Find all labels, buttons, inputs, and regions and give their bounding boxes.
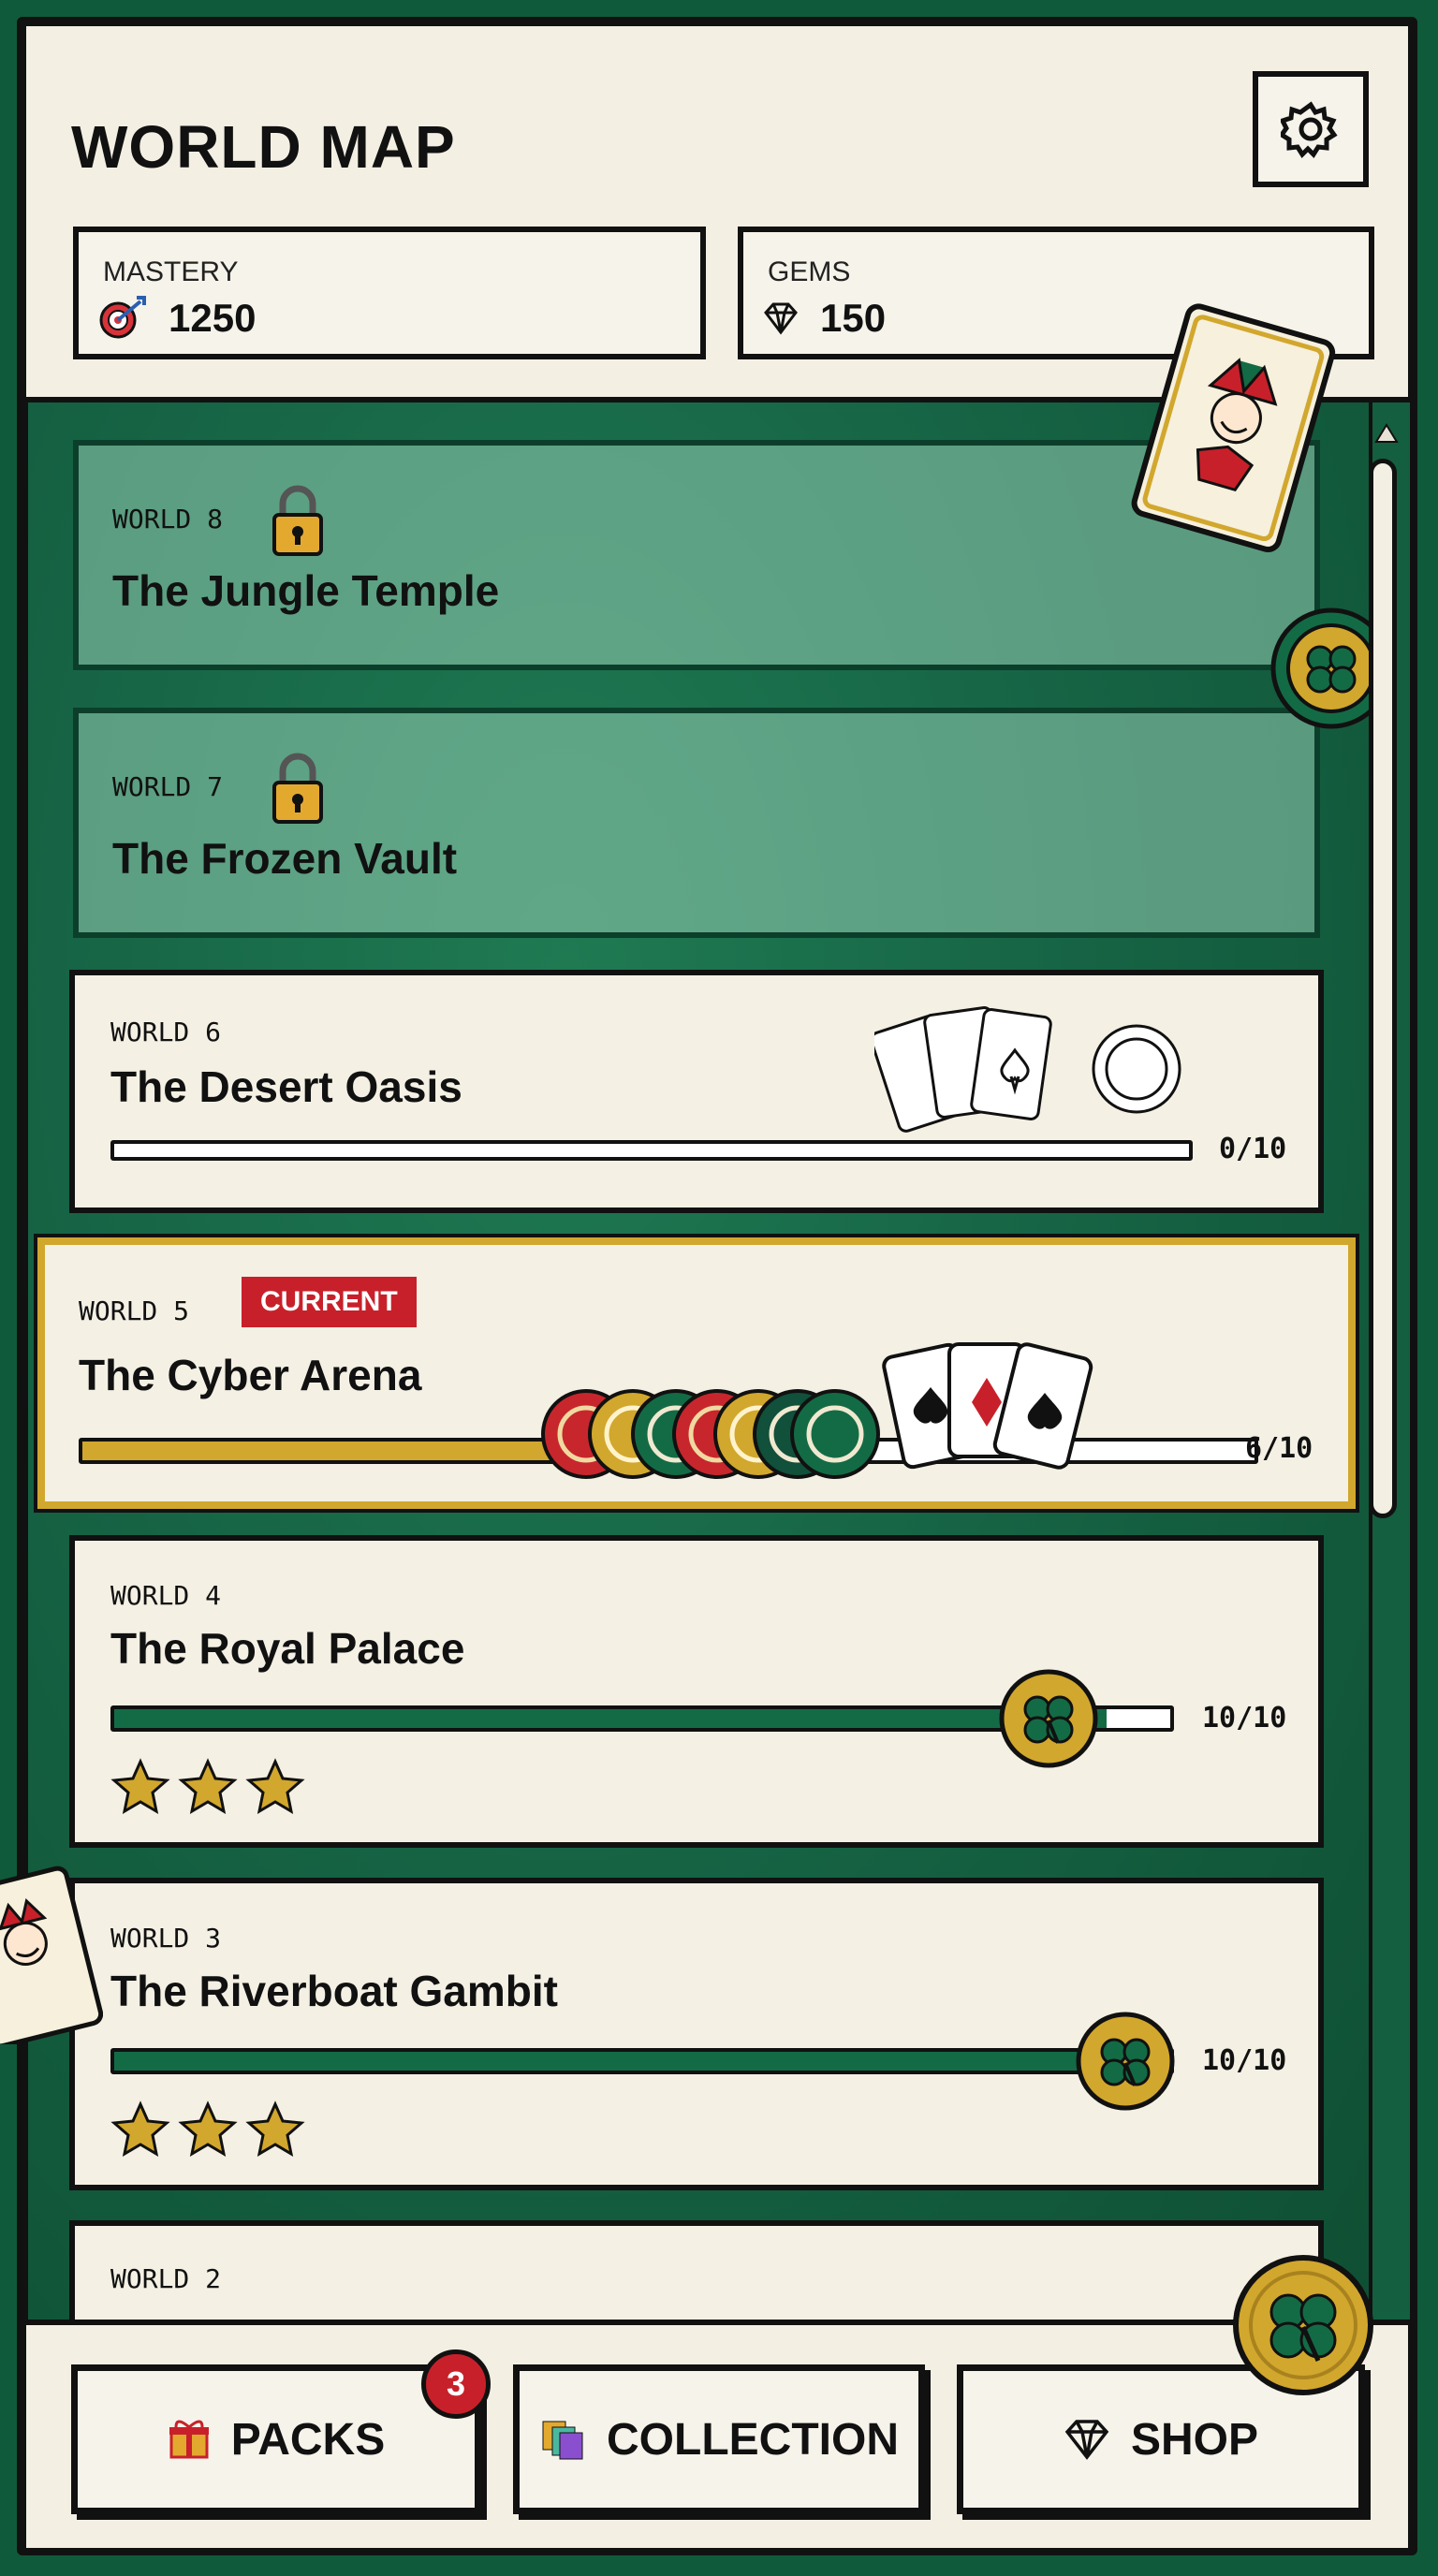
world-label: WORLD 5 xyxy=(79,1295,190,1326)
progress-text: 6/10 xyxy=(1245,1432,1313,1465)
gems-label: GEMS xyxy=(768,256,851,287)
lock-icon xyxy=(272,485,323,556)
star-icon xyxy=(178,2100,238,2157)
collection-label: COLLECTION xyxy=(607,2414,899,2465)
chip-stack-illustration xyxy=(541,1389,880,1479)
world-label: WORLD 2 xyxy=(110,2263,222,2294)
packs-button[interactable]: PACKS xyxy=(71,2364,481,2514)
world-label: WORLD 4 xyxy=(110,1580,222,1611)
packs-badge: 3 xyxy=(421,2349,491,2419)
world-name: The Riverboat Gambit xyxy=(110,1967,558,2015)
star-rating xyxy=(110,1758,305,1816)
world-name: The Cyber Arena xyxy=(79,1351,422,1399)
progress-bar xyxy=(110,2048,1174,2074)
target-icon xyxy=(99,296,146,339)
star-icon xyxy=(110,2100,170,2157)
star-icon xyxy=(178,1758,238,1814)
scrollbar-thumb[interactable] xyxy=(1369,459,1397,1518)
world-name: The Desert Oasis xyxy=(110,1062,462,1111)
mastery-stat: MASTERY 1250 xyxy=(73,227,706,359)
world-2-card[interactable]: WORLD 2 xyxy=(69,2220,1324,2333)
progress-text: 10/10 xyxy=(1202,1702,1287,1734)
settings-button[interactable] xyxy=(1253,71,1369,187)
clover-chip-icon xyxy=(1076,2012,1175,2111)
star-icon xyxy=(245,2100,305,2157)
world-6-card[interactable]: WORLD 6 The Desert Oasis 0/10 xyxy=(69,970,1324,1213)
world-3-card[interactable]: WORLD 3 The Riverboat Gambit 10/10 xyxy=(69,1878,1324,2190)
collection-button[interactable]: COLLECTION xyxy=(513,2364,925,2514)
playing-cards-illustration xyxy=(882,1342,1093,1470)
star-icon xyxy=(110,1758,170,1814)
world-5-card[interactable]: WORLD 5 CURRENT The Cyber Arena 6/10 xyxy=(37,1237,1356,1509)
progress-text: 0/10 xyxy=(1219,1133,1287,1165)
gear-icon xyxy=(1281,101,1338,158)
scroll-up-arrow[interactable] xyxy=(1372,419,1401,446)
world-label: WORLD 3 xyxy=(110,1923,222,1954)
clover-chip-icon xyxy=(999,1669,1098,1768)
clover-chip-icon xyxy=(1233,2255,1373,2395)
gems-value: 150 xyxy=(820,296,887,340)
world-name: The Royal Palace xyxy=(110,1624,465,1673)
world-4-card[interactable]: WORLD 4 The Royal Palace 10/10 xyxy=(69,1535,1324,1848)
progress-fill xyxy=(114,2052,1170,2071)
current-badge: CURRENT xyxy=(242,1277,417,1327)
world-label: WORLD 6 xyxy=(110,1017,222,1047)
cards-and-chip-illustration xyxy=(874,1006,1181,1133)
packs-label: PACKS xyxy=(230,2414,386,2465)
shop-label: SHOP xyxy=(1130,2414,1259,2465)
joker-card-decoration xyxy=(0,1866,103,2044)
progress-bar xyxy=(110,1140,1193,1161)
page-title: WORLD MAP xyxy=(71,113,456,181)
gem-icon xyxy=(1064,2420,1109,2460)
gems-value-row: 150 xyxy=(762,296,886,341)
lock-icon xyxy=(272,753,323,824)
world-label: WORLD 7 xyxy=(112,771,224,802)
world-name: The Jungle Temple xyxy=(112,566,500,615)
progress-fill xyxy=(114,1709,1108,1728)
world-name: The Frozen Vault xyxy=(112,834,458,883)
mastery-value-row: 1250 xyxy=(97,296,256,341)
joker-card-decoration xyxy=(1131,303,1336,552)
star-icon xyxy=(245,1758,305,1814)
mastery-label: MASTERY xyxy=(103,256,239,287)
gem-icon xyxy=(764,302,798,335)
star-rating xyxy=(110,2100,305,2159)
cards-icon xyxy=(542,2421,583,2460)
mastery-value: 1250 xyxy=(169,296,257,340)
gift-icon xyxy=(169,2420,209,2459)
world-label: WORLD 8 xyxy=(112,504,224,534)
progress-text: 10/10 xyxy=(1202,2044,1287,2077)
world-7-card[interactable]: WORLD 7 The Frozen Vault xyxy=(73,708,1320,938)
